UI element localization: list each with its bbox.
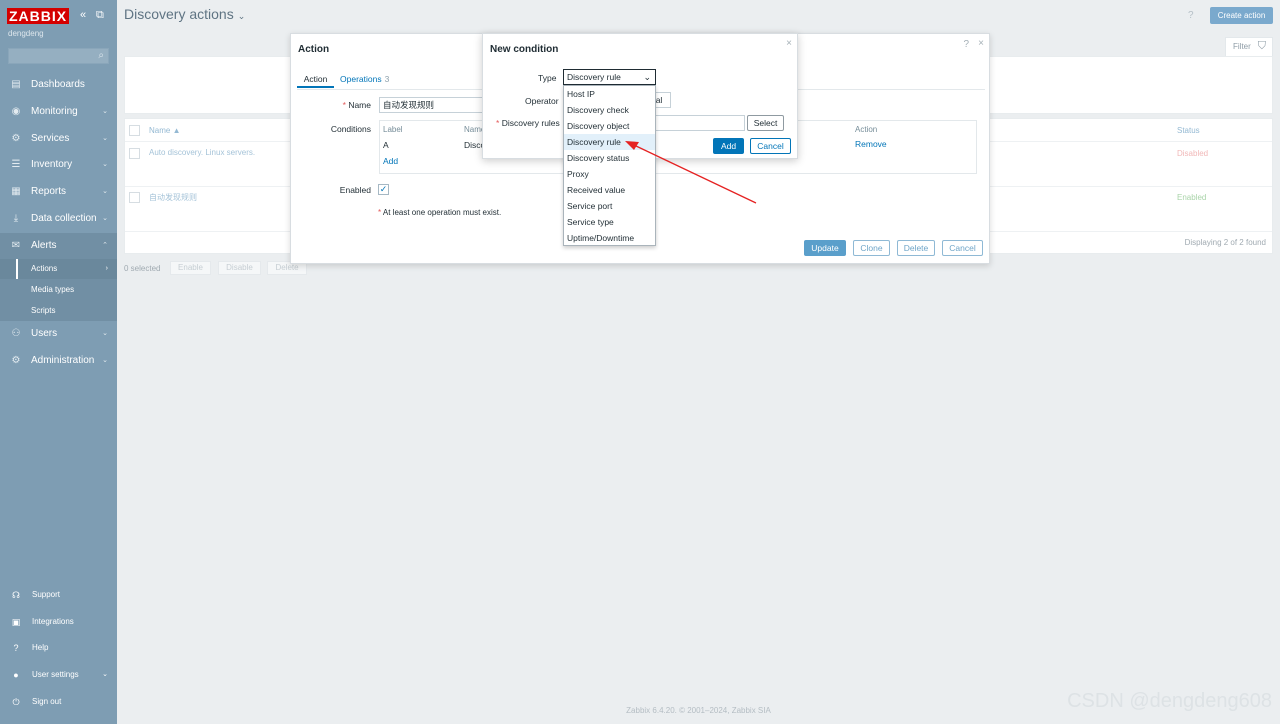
annotation-arrow (625, 141, 757, 204)
arrow-line (633, 144, 757, 204)
arrow-head (625, 141, 639, 150)
